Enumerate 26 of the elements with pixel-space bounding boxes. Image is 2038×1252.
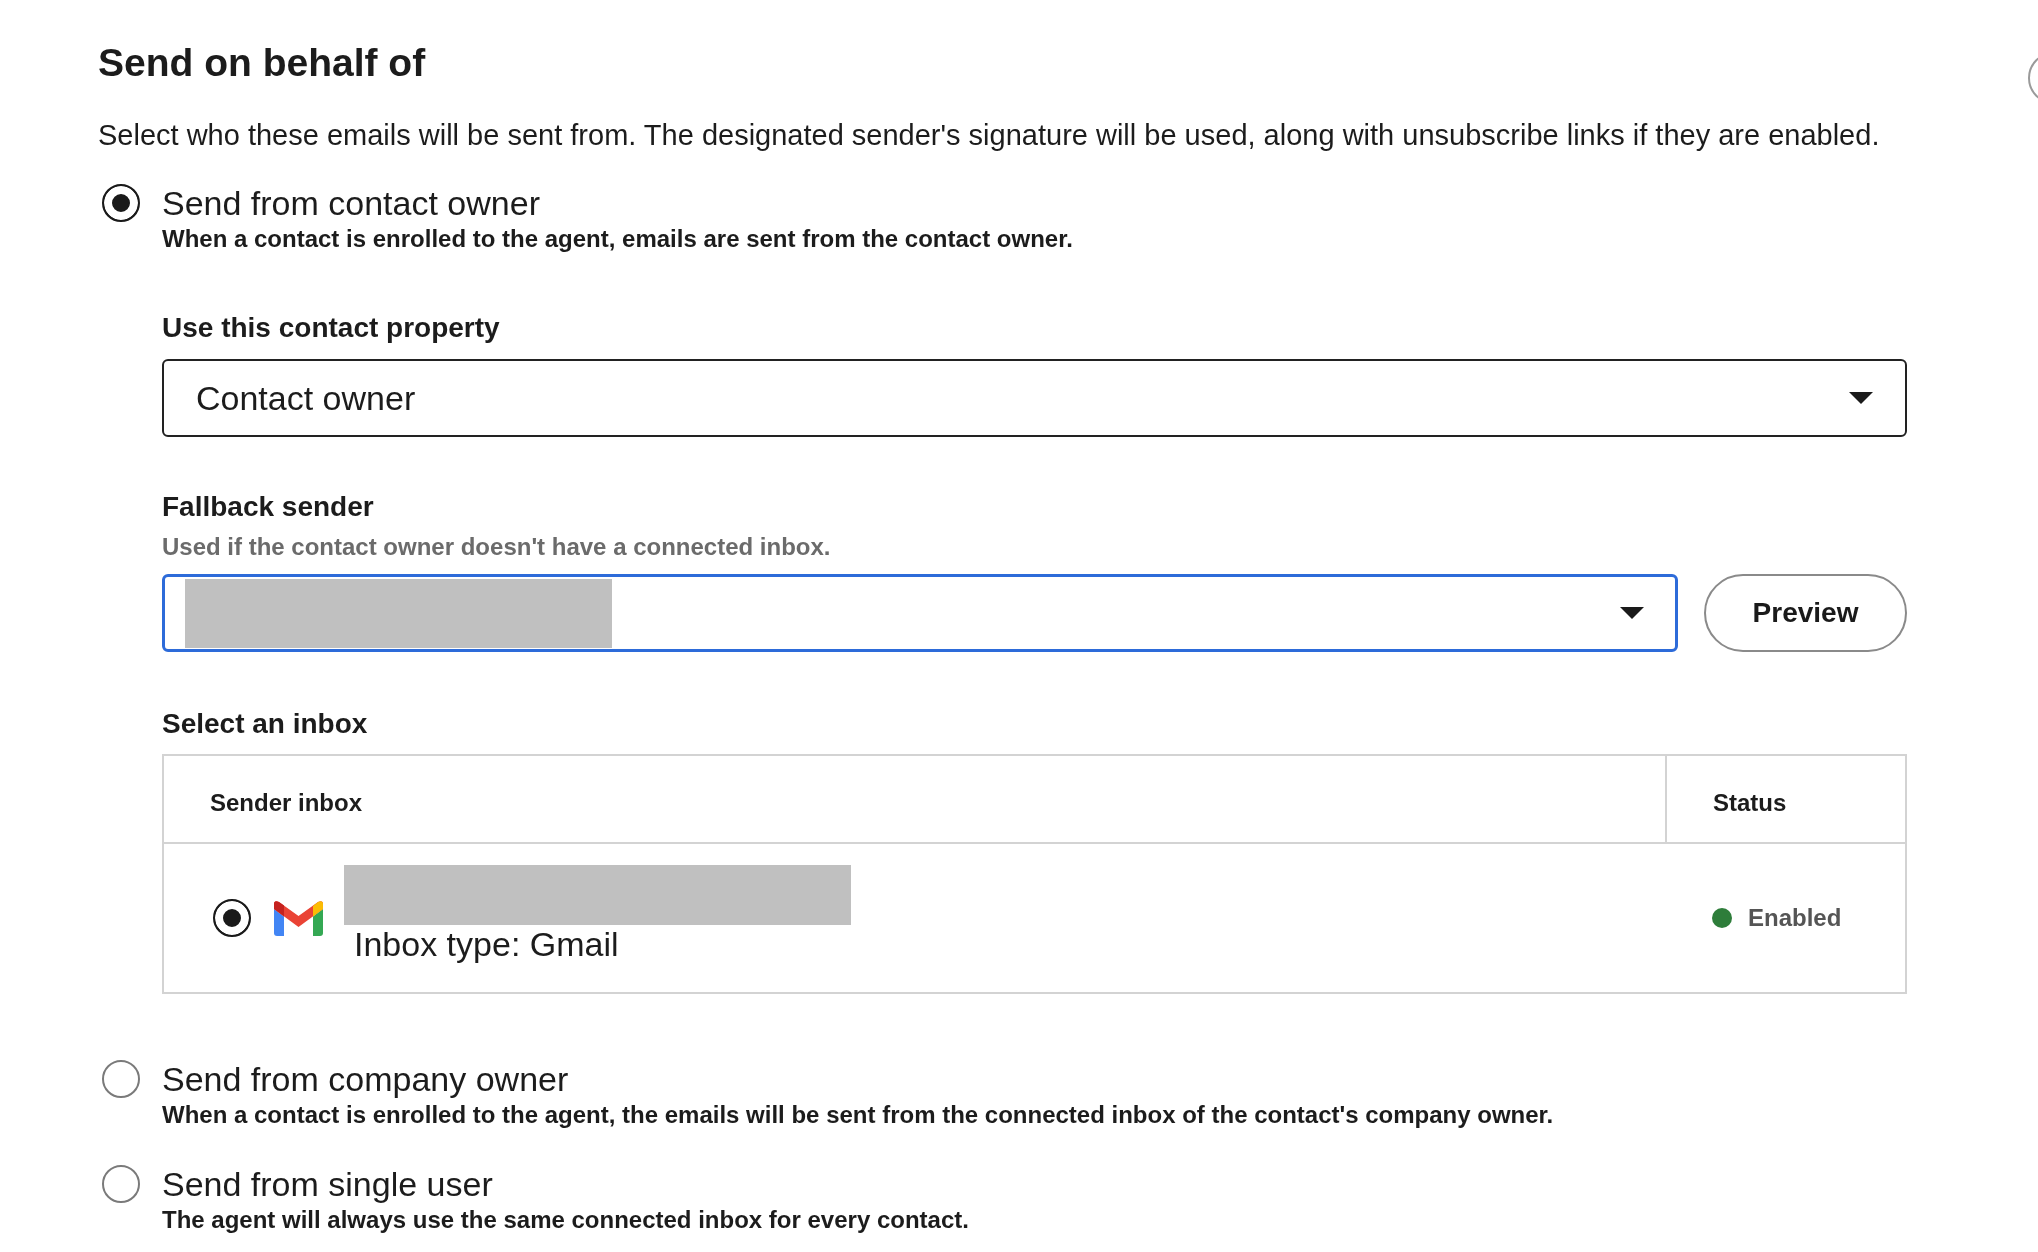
preview-button[interactable]: Preview [1704, 574, 1907, 652]
caret-icon [1849, 392, 1873, 404]
sender-dropdown[interactable] [162, 574, 1678, 652]
field-label: Use this contact property [162, 311, 501, 345]
field-label: Select an inbox [162, 707, 369, 741]
page-title: Send on behalf of [98, 40, 427, 86]
column-header: Sender inbox [209, 788, 364, 818]
option-label: Send from contact owner [162, 183, 541, 224]
property-dropdown[interactable]: Contact owner [162, 359, 1907, 437]
option-description: The agent will always use the same connected inbox for every contact. [162, 1205, 970, 1235]
option-label: Send from single user [162, 1164, 494, 1205]
option-label: Send from company owner [162, 1059, 570, 1100]
mail-logo-icon [274, 900, 323, 936]
column-header: Status [1665, 756, 1905, 842]
option-description: When a contact is enrolled to the agent, emails are sent from the contact owner. [162, 224, 1074, 254]
radio-button[interactable] [102, 184, 140, 222]
radio-button[interactable] [213, 899, 251, 937]
caret-icon [1620, 607, 1644, 619]
inbox-type-text: Inbox type: Gmail [353, 925, 620, 963]
field-hint: Used if the contact owner doesn't have a connected inbox. [162, 532, 832, 562]
section-description: Select who these emails will be sent from. The designated sender's signature will be used, along with unsubscribe links if they are enabled. [98, 118, 1881, 153]
radio-button[interactable] [102, 1060, 140, 1098]
radio-button[interactable] [102, 1165, 140, 1203]
option-description: When a contact is enrolled to the agent, the emails will be sent from the connected inbox of the contact's company owner. [162, 1100, 1555, 1130]
status-text: Enabled [1748, 904, 1842, 932]
field-label: Fallback sender [162, 490, 375, 524]
